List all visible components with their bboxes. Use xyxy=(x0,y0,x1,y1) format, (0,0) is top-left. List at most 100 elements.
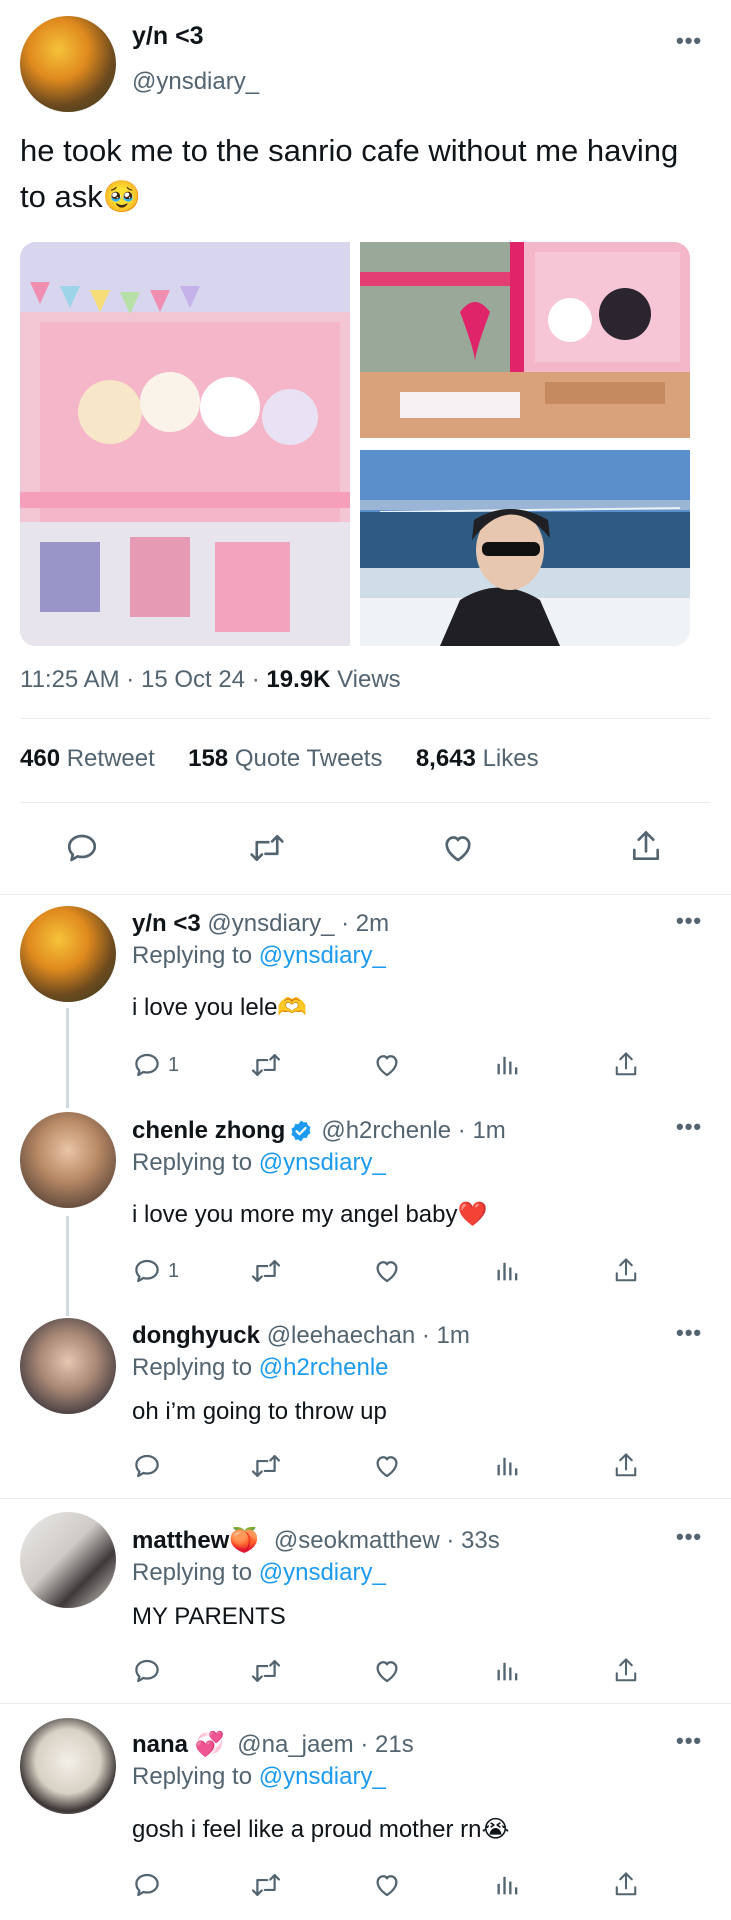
heart-icon[interactable] xyxy=(372,1256,402,1286)
reply-author-name[interactable]: chenle zhong xyxy=(132,1117,285,1145)
reply-author-name[interactable]: matthew xyxy=(132,1527,229,1554)
reply-header: matthew🍑 @seokmatthew · 33s xyxy=(132,1526,500,1555)
more-icon[interactable]: ••• xyxy=(676,908,702,934)
share-icon[interactable] xyxy=(612,1256,640,1286)
views-icon[interactable] xyxy=(494,1656,522,1686)
more-icon[interactable]: ••• xyxy=(676,1524,702,1550)
reply-avatar[interactable] xyxy=(20,1718,116,1814)
reply-icon[interactable] xyxy=(132,1656,162,1686)
reply-icon[interactable]: 1 xyxy=(132,1256,179,1286)
retweets-label: Retweet xyxy=(66,745,155,772)
reply-author-handle[interactable]: @ynsdiary_ xyxy=(207,910,334,937)
tweet-time[interactable]: 11:25 AM xyxy=(20,666,120,693)
replying-to-label: Replying to xyxy=(132,1354,253,1381)
quotes-stat[interactable]: 158 Quote Tweets xyxy=(188,745,389,772)
reply-time[interactable]: 1m xyxy=(472,1117,505,1145)
meta-separator: · xyxy=(415,1322,437,1349)
retweet-icon[interactable] xyxy=(250,1451,282,1481)
reply-count: 1 xyxy=(168,1053,180,1076)
tweet-meta: 11:25 AM · 15 Oct 24 · 19.9K Views xyxy=(20,666,401,694)
replying-to-handle[interactable]: @ynsdiary_ xyxy=(259,942,386,969)
reply-avatar[interactable] xyxy=(20,1112,116,1208)
replying-to: Replying to @h2rchenle xyxy=(132,1354,389,1382)
reply-time[interactable]: 1m xyxy=(437,1322,470,1349)
pleading-emoji: 🥹 xyxy=(102,179,142,214)
replying-to-handle[interactable]: @h2rchenle xyxy=(259,1354,389,1381)
author-avatar[interactable] xyxy=(20,16,116,112)
reply-icon[interactable] xyxy=(132,1451,162,1481)
retweet-icon[interactable] xyxy=(250,1870,282,1900)
replying-to-handle[interactable]: @ynsdiary_ xyxy=(259,1763,386,1790)
reply-icon[interactable] xyxy=(132,1870,162,1900)
heart-icon[interactable] xyxy=(372,1870,402,1900)
heart-icon[interactable] xyxy=(372,1451,402,1481)
reply-text: i love you more my angel baby❤️ xyxy=(132,1200,487,1229)
thread-line xyxy=(66,1008,69,1108)
divider xyxy=(0,894,731,895)
author-name[interactable]: y/n <3 xyxy=(132,22,204,51)
media-beach-photo[interactable] xyxy=(360,450,690,646)
heart-icon[interactable] xyxy=(372,1656,402,1686)
views-icon[interactable] xyxy=(494,1870,522,1900)
retweet-icon[interactable] xyxy=(250,1656,282,1686)
more-icon[interactable]: ••• xyxy=(676,1728,702,1754)
reply-time[interactable]: 21s xyxy=(375,1731,414,1758)
replying-to-handle[interactable]: @ynsdiary_ xyxy=(259,1149,386,1176)
reply-text: MY PARENTS xyxy=(132,1603,286,1631)
retweet-icon[interactable] xyxy=(248,830,286,866)
peach-emoji: 🍑 xyxy=(229,1527,260,1554)
replying-to-label: Replying to xyxy=(132,1149,253,1176)
retweet-icon[interactable] xyxy=(250,1256,282,1286)
reply-avatar[interactable] xyxy=(20,1512,116,1608)
share-icon[interactable] xyxy=(612,1870,640,1900)
replying-to-handle[interactable]: @ynsdiary_ xyxy=(259,1559,386,1586)
verified-badge-icon xyxy=(289,1119,313,1143)
heart-icon[interactable] xyxy=(440,830,476,866)
reply-avatar[interactable] xyxy=(20,906,116,1002)
reply-author-handle[interactable]: @na_jaem xyxy=(237,1731,353,1758)
reply-header: y/n <3 @ynsdiary_ · 2m xyxy=(132,910,389,938)
views-icon[interactable] xyxy=(494,1050,522,1080)
more-icon[interactable]: ••• xyxy=(676,1320,702,1346)
retweet-icon[interactable] xyxy=(250,1050,282,1080)
media-sanrio-cafe-interior[interactable] xyxy=(20,242,350,646)
reply-icon[interactable] xyxy=(64,830,100,866)
media-sanrio-cafe-window[interactable] xyxy=(360,242,690,438)
author-handle[interactable]: @ynsdiary_ xyxy=(132,68,259,96)
tweet-date[interactable]: 15 Oct 24 xyxy=(141,666,245,693)
reply-author-handle[interactable]: @leehaechan xyxy=(267,1322,415,1349)
reply-icon[interactable]: 1 xyxy=(132,1050,179,1080)
divider xyxy=(20,802,710,803)
reply-time[interactable]: 33s xyxy=(461,1527,500,1554)
reply-author-name[interactable]: donghyuck xyxy=(132,1322,260,1349)
retweets-stat[interactable]: 460 Retweet xyxy=(20,745,161,772)
reply-text: i love you lele🫶 xyxy=(132,993,307,1022)
reply-avatar[interactable] xyxy=(20,1318,116,1414)
share-icon[interactable] xyxy=(612,1050,640,1080)
meta-separator: · xyxy=(334,910,356,937)
more-icon[interactable]: ••• xyxy=(676,28,702,54)
heart-icon[interactable] xyxy=(372,1050,402,1080)
tweet-stats: 460 Retweet 158 Quote Tweets 8,643 Likes xyxy=(20,745,539,773)
reply-text-body: oh i’m going to throw up xyxy=(132,1398,387,1425)
reply-author-name[interactable]: nana xyxy=(132,1731,188,1758)
divider xyxy=(20,718,710,719)
replying-to-label: Replying to xyxy=(132,942,253,969)
share-icon[interactable] xyxy=(612,1451,640,1481)
share-icon[interactable] xyxy=(612,1656,640,1686)
reply-author-handle[interactable]: @seokmatthew xyxy=(274,1527,440,1554)
heart-hands-emoji: 🫶 xyxy=(277,994,308,1021)
views-icon[interactable] xyxy=(494,1256,522,1286)
reply-count: 1 xyxy=(168,1259,180,1282)
reply-author-name[interactable]: y/n <3 xyxy=(132,910,201,937)
quotes-label: Quote Tweets xyxy=(234,745,383,772)
likes-stat[interactable]: 8,643 Likes xyxy=(416,745,539,772)
replying-to: Replying to @ynsdiary_ xyxy=(132,1149,386,1177)
reply-time[interactable]: 2m xyxy=(356,910,389,937)
more-icon[interactable]: ••• xyxy=(676,1114,702,1140)
quotes-count: 158 xyxy=(188,745,229,772)
share-icon[interactable] xyxy=(628,828,664,866)
views-icon[interactable] xyxy=(494,1451,522,1481)
reply-header: donghyuck @leehaechan · 1m xyxy=(132,1322,470,1350)
reply-author-handle[interactable]: @h2rchenle xyxy=(321,1117,451,1145)
